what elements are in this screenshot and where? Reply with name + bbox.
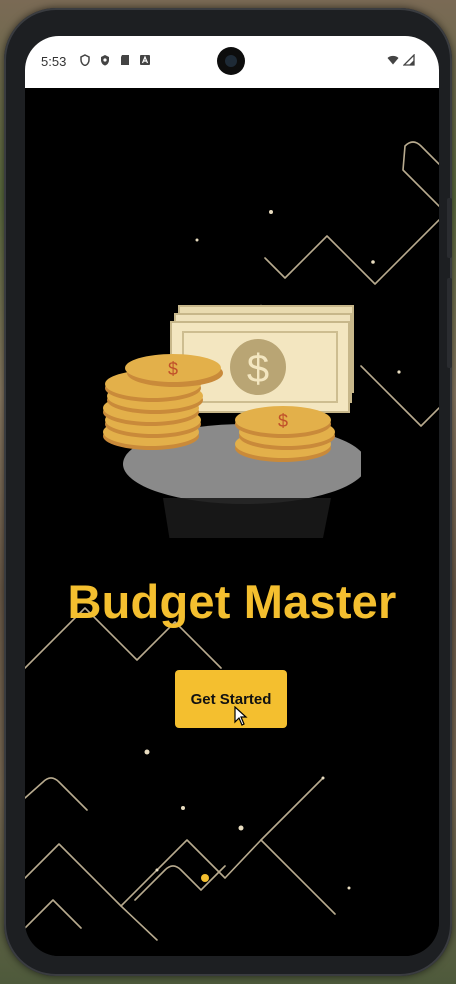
mouse-cursor-icon	[234, 706, 248, 726]
status-bar: 5:53	[25, 36, 439, 88]
svg-text:$: $	[247, 347, 269, 391]
front-camera	[217, 47, 245, 75]
font-icon	[140, 55, 150, 65]
app-content: $ $ $ Budget Master Get Started	[25, 88, 439, 956]
sd-card-icon	[121, 55, 129, 65]
vpn-key-icon	[80, 54, 90, 66]
svg-text:$: $	[168, 359, 178, 379]
wifi-icon	[387, 55, 399, 65]
status-icons-right	[387, 54, 415, 66]
money-coins-icon: $ $ $	[103, 305, 361, 538]
shield-icon	[101, 55, 109, 66]
status-time: 5:53	[41, 54, 67, 69]
app-title: Budget Master	[67, 575, 397, 628]
signal-icon	[403, 54, 415, 66]
get-started-button[interactable]: Get Started	[175, 670, 287, 728]
svg-text:$: $	[278, 411, 288, 431]
screen: 5:53 $ $ $ Budget Master Get Started	[25, 36, 439, 956]
phone-frame: 5:53 $ $ $ Budget Master Get Started	[4, 8, 452, 976]
volume-button	[447, 278, 452, 368]
status-icons-left	[79, 54, 151, 66]
power-button	[447, 198, 452, 258]
